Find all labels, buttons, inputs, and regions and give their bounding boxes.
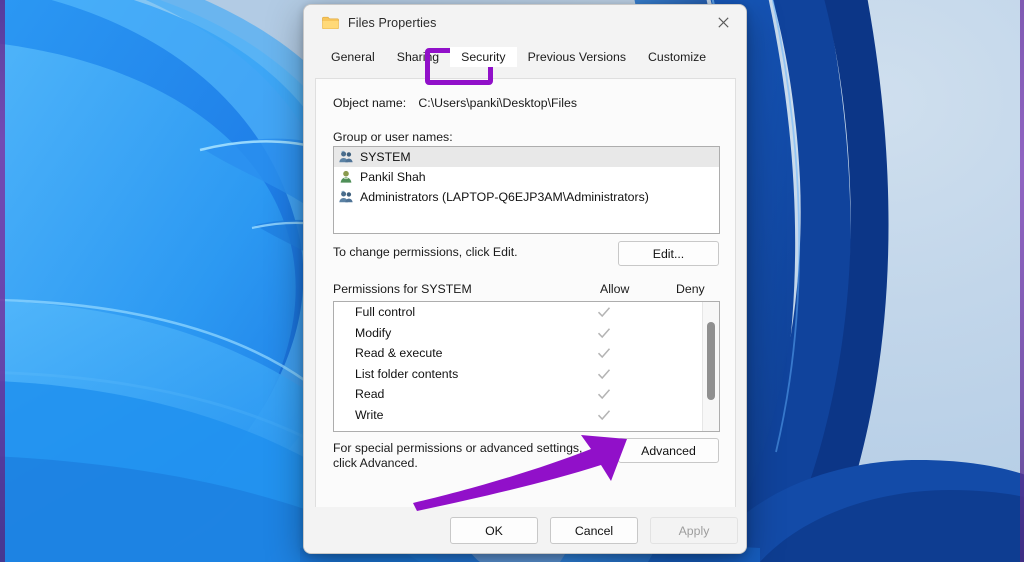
folder-icon [322,16,339,30]
permission-label: Modify [355,325,392,340]
allow-check-icon[interactable] [596,407,612,423]
permission-label: Read & execute [355,346,443,360]
group-or-user-names-label: Group or user names: [333,130,453,144]
permission-label: Full control [355,305,416,319]
close-glyph [717,16,729,28]
security-tab-panel: Object name: C:\Users\panki\Desktop\File… [315,78,736,510]
allow-check-icon[interactable] [596,304,612,320]
list-item-label: SYSTEM [360,150,411,164]
allow-check-icon[interactable] [596,345,612,361]
group-icon [339,150,353,163]
permissions-for-label: Permissions for SYSTEM [333,282,472,296]
group-icon [339,190,353,203]
tab-customize[interactable]: Customize [637,47,717,67]
permission-label: Read [355,387,385,401]
tab-sharing[interactable]: Sharing [386,47,450,67]
advanced-hint-line-1: For special permissions or advanced sett… [333,441,583,455]
list-item[interactable]: SYSTEM [334,147,719,167]
screen-edge-left [0,0,5,562]
user-icon [340,170,352,183]
advanced-button[interactable]: Advanced [618,438,719,463]
allow-check-icon[interactable] [596,386,612,402]
dialog-titlebar[interactable]: Files Properties [304,5,746,43]
permissions-header-row: Permissions for SYSTEM Allow Deny [333,282,720,296]
scrollbar-thumb[interactable] [707,322,715,400]
dialog-footer: OK Cancel Apply [304,507,746,553]
object-name-label: Object name: [333,96,407,110]
dialog-title: Files Properties [348,16,437,30]
close-icon[interactable] [700,5,746,39]
list-item-label: Administrators (LAPTOP-Q6EJP3AM\Administ… [360,190,649,204]
apply-button: Apply [650,517,738,544]
list-item[interactable]: Pankil Shah [334,167,719,187]
edit-button[interactable]: Edit... [618,241,719,266]
tab-security[interactable]: Security [450,47,517,67]
list-item[interactable]: Administrators (LAPTOP-Q6EJP3AM\Administ… [334,187,719,207]
ok-button[interactable]: OK [450,517,538,544]
object-name-row: Object name: C:\Users\panki\Desktop\File… [333,96,577,110]
permission-row[interactable]: Full control [334,302,719,323]
desktop-screen: Files Properties General Sharing Securit… [0,0,1024,562]
advanced-hint-line-2: click Advanced. [333,456,418,470]
permission-row[interactable]: Modify [334,323,719,344]
allow-check-icon[interactable] [596,325,612,341]
object-name-value: C:\Users\panki\Desktop\Files [418,96,577,110]
edit-permissions-hint: To change permissions, click Edit. [333,245,518,259]
permissions-scrollbar[interactable] [702,302,719,431]
screen-edge-right [1020,0,1024,562]
column-header-allow: Allow [600,282,630,296]
tab-strip: General Sharing Security Previous Versio… [304,43,746,71]
tab-general[interactable]: General [320,47,386,67]
advanced-settings-hint: For special permissions or advanced sett… [333,441,593,471]
permission-row[interactable]: List folder contents [334,364,719,385]
files-properties-dialog: Files Properties General Sharing Securit… [303,4,747,554]
permission-label: List folder contents [355,366,459,381]
list-item-label: Pankil Shah [360,170,426,184]
column-header-deny: Deny [676,282,705,296]
permissions-list[interactable]: Full control Modify Read & execute List … [333,301,720,432]
permission-label: Write [355,407,384,422]
allow-check-icon[interactable] [596,366,612,382]
permission-row[interactable]: Write [334,405,719,426]
permission-row[interactable]: Read [334,384,719,405]
cancel-button[interactable]: Cancel [550,517,638,544]
group-or-user-names-list[interactable]: SYSTEM Pankil Shah Administrators (LAPTO… [333,146,720,234]
permission-row[interactable]: Read & execute [334,343,719,364]
tab-previous-versions[interactable]: Previous Versions [517,47,637,67]
